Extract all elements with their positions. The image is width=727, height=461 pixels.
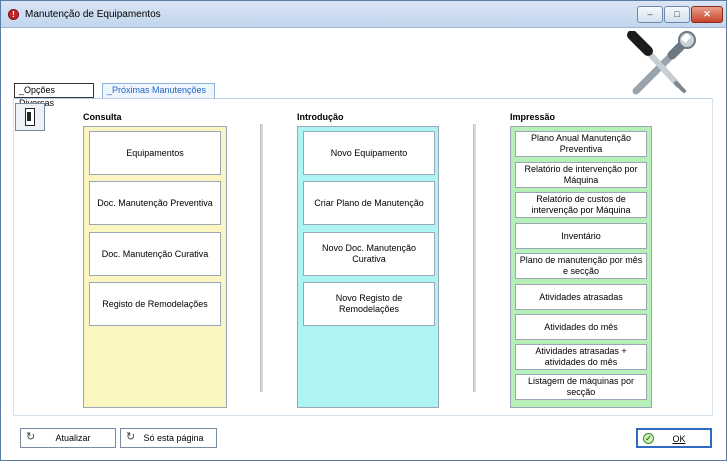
column-separator xyxy=(473,124,476,392)
title-bar: ! Manutenção de Equipamentos – □ ✕ xyxy=(1,1,726,28)
main-window: ! Manutenção de Equipamentos – □ ✕ _Opçõ… xyxy=(0,0,727,461)
minimize-button[interactable]: – xyxy=(637,6,663,23)
impressao-panel: Plano Anual Manutenção Preventiva Relató… xyxy=(510,126,652,408)
tab-proximas-manutencoes[interactable]: _Próximas Manutenções xyxy=(102,83,215,98)
app-icon: ! xyxy=(8,9,19,20)
plano-anual-preventiva-button[interactable]: Plano Anual Manutenção Preventiva xyxy=(515,131,647,157)
consulta-heading: Consulta xyxy=(83,112,122,122)
atualizar-button[interactable]: ↻ Atualizar xyxy=(20,428,116,448)
exit-door-button[interactable] xyxy=(15,103,45,131)
criar-plano-manutencao-button[interactable]: Criar Plano de Manutenção xyxy=(303,181,435,225)
window-title: Manutenção de Equipamentos xyxy=(25,9,161,20)
so-esta-pagina-label: Só esta página xyxy=(143,433,204,443)
doc-manutencao-preventiva-button[interactable]: Doc. Manutenção Preventiva xyxy=(89,181,221,225)
maximize-button[interactable]: □ xyxy=(664,6,690,23)
doc-manutencao-curativa-button[interactable]: Doc. Manutenção Curativa xyxy=(89,232,221,276)
so-esta-pagina-button[interactable]: ↻ Só esta página xyxy=(120,428,217,448)
inventario-button[interactable]: Inventário xyxy=(515,223,647,249)
relatorio-intervencao-maquina-button[interactable]: Relatório de intervenção por Máquina xyxy=(515,162,647,188)
atividades-atrasadas-button[interactable]: Atividades atrasadas xyxy=(515,284,647,310)
introducao-heading: Introdução xyxy=(297,112,344,122)
registo-remodelacoes-button[interactable]: Registo de Remodelações xyxy=(89,282,221,326)
atualizar-label: Atualizar xyxy=(55,433,91,443)
ok-button[interactable]: ✓ OK xyxy=(636,428,712,448)
atividades-mes-button[interactable]: Atividades do mês xyxy=(515,314,647,340)
novo-registo-remodelacoes-button[interactable]: Novo Registo de Remodelações xyxy=(303,282,435,326)
relatorio-custos-intervencao-button[interactable]: Relatório de custos de intervenção por M… xyxy=(515,192,647,218)
introducao-panel: Novo Equipamento Criar Plano de Manutenç… xyxy=(297,126,439,408)
impressao-heading: Impressão xyxy=(510,112,556,122)
consulta-panel: Equipamentos Doc. Manutenção Preventiva … xyxy=(83,126,227,408)
equipamentos-button[interactable]: Equipamentos xyxy=(89,131,221,175)
wrench-screwdriver-icon xyxy=(627,31,696,95)
novo-equipamento-button[interactable]: Novo Equipamento xyxy=(303,131,435,175)
listagem-maquinas-seccao-button[interactable]: Listagem de máquinas por secção xyxy=(515,374,647,400)
tab-opcoes-diversas[interactable]: _Opções Diversas xyxy=(14,83,94,108)
door-icon xyxy=(25,108,35,126)
ok-label: OK xyxy=(672,434,686,444)
atividades-atrasadas-mes-button[interactable]: Atividades atrasadas + atividades do mês xyxy=(515,344,647,370)
close-button[interactable]: ✕ xyxy=(691,6,723,23)
column-separator xyxy=(260,124,263,392)
novo-doc-manutencao-curativa-button[interactable]: Novo Doc. Manutenção Curativa xyxy=(303,232,435,276)
plano-manutencao-mes-seccao-button[interactable]: Plano de manutenção por mês e secção xyxy=(515,253,647,279)
